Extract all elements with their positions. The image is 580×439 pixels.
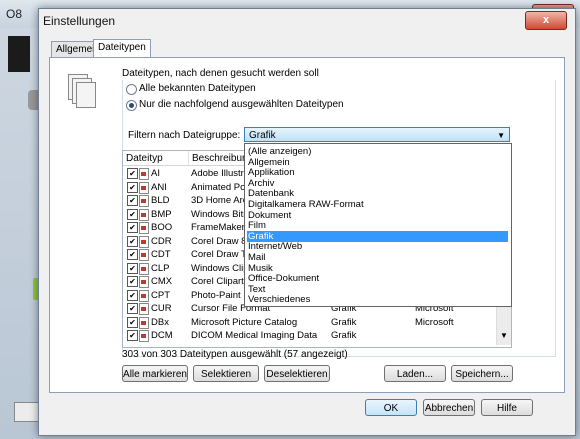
cell-extension: AI	[151, 168, 160, 179]
ok-button[interactable]: OK	[365, 399, 417, 416]
row-checkbox[interactable]: ✔	[127, 249, 138, 260]
select-button[interactable]: Selektieren	[193, 365, 259, 382]
row-checkbox[interactable]: ✔	[127, 276, 138, 287]
cell-extension: CMX	[151, 276, 173, 287]
cell-application: Microsoft	[415, 316, 454, 328]
tab-panel: Dateitypen, nach denen gesucht werden so…	[49, 57, 565, 393]
row-checkbox[interactable]: ✔	[127, 316, 138, 328]
filter-label: Filtern nach Dateigruppe:	[128, 130, 241, 141]
dropdown-option[interactable]: Musik	[247, 263, 508, 274]
cell-extension: CUR	[151, 303, 172, 314]
radio-all-types-label: Alle bekannten Dateitypen	[139, 83, 256, 94]
cell-extension: CLP	[151, 262, 170, 274]
filter-group-value: Grafik	[249, 130, 276, 141]
background-title: O8	[6, 7, 23, 21]
help-button[interactable]: Hilfe	[481, 399, 533, 416]
table-row[interactable]: ✔ DCM DICOM Medical Imaging Data Grafik	[123, 329, 495, 342]
dialog-title: Einstellungen	[43, 14, 116, 28]
deselect-button[interactable]: Deselektieren	[264, 365, 330, 382]
cell-group: Grafik	[331, 316, 357, 328]
dropdown-option[interactable]: Internet/Web	[247, 241, 508, 252]
chevron-down-icon: ▼	[497, 131, 505, 140]
radio-all-types[interactable]	[126, 84, 137, 95]
save-button[interactable]: Speichern...	[451, 365, 513, 382]
cell-extension: CDT	[151, 249, 171, 260]
cell-description: Microsoft Picture Catalog	[191, 316, 298, 328]
background-panel-left	[8, 36, 30, 72]
row-checkbox[interactable]: ✔	[127, 262, 138, 274]
row-checkbox[interactable]: ✔	[127, 289, 138, 301]
row-checkbox[interactable]: ✔	[127, 195, 138, 206]
file-icon	[139, 316, 149, 329]
cell-description: DICOM Medical Imaging Data	[191, 330, 318, 341]
select-all-button[interactable]: Alle markieren	[122, 365, 188, 382]
cell-extension: BOO	[151, 222, 173, 233]
radio-selected-types-label: Nur die nachfolgend ausgewählten Dateity…	[139, 99, 344, 110]
dropdown-option[interactable]: Grafik	[247, 230, 508, 242]
file-icon	[139, 249, 149, 261]
cell-group: Grafik	[331, 330, 357, 341]
file-icon	[139, 235, 149, 248]
scroll-down-arrow-icon[interactable]: ▼	[499, 331, 509, 341]
cell-extension: ANI	[151, 181, 167, 193]
cancel-button[interactable]: Abbrechen	[423, 399, 475, 416]
dropdown-option[interactable]: Dokument	[247, 210, 508, 221]
row-checkbox[interactable]: ✔	[127, 235, 138, 247]
file-icon	[139, 208, 149, 221]
file-icon	[139, 330, 149, 342]
cell-extension: DBx	[151, 316, 169, 328]
file-icon	[139, 222, 149, 234]
dropdown-option[interactable]: (Alle anzeigen)	[247, 146, 508, 157]
file-icon	[139, 276, 149, 288]
filter-group-select[interactable]: Grafik ▼	[244, 127, 510, 142]
cell-extension: DCM	[151, 330, 173, 341]
dialog-close-button[interactable]: x	[525, 11, 567, 30]
dropdown-option[interactable]: Text	[247, 284, 508, 295]
row-checkbox[interactable]: ✔	[127, 168, 138, 179]
load-button[interactable]: Laden...	[384, 365, 446, 382]
dropdown-option[interactable]: Allgemein	[247, 157, 508, 168]
background-button-left[interactable]	[14, 402, 40, 422]
file-icon	[139, 262, 149, 275]
filter-group-dropdown: (Alle anzeigen) Allgemein Applikation Archi…	[244, 143, 512, 307]
dropdown-option[interactable]: Applikation	[247, 167, 508, 178]
tab-dateitypen[interactable]: Dateitypen	[93, 39, 151, 59]
settings-dialog: Einstellungen x Allgemein Dateitypen Dat…	[38, 8, 576, 436]
file-icon	[139, 195, 149, 207]
row-checkbox[interactable]: ✔	[127, 330, 138, 341]
selection-status: 303 von 303 Dateitypen ausgewählt (57 an…	[122, 349, 348, 360]
row-checkbox[interactable]: ✔	[127, 208, 138, 220]
dropdown-option[interactable]: Office-Dokument	[247, 273, 508, 284]
cell-extension: BMP	[151, 208, 172, 220]
dropdown-option[interactable]: Film	[247, 220, 508, 231]
dropdown-option[interactable]: Mail	[247, 252, 508, 263]
row-checkbox[interactable]: ✔	[127, 181, 138, 193]
cell-extension: BLD	[151, 195, 170, 206]
radio-selected-types[interactable]	[126, 100, 137, 111]
file-icon	[139, 289, 149, 302]
file-icon	[139, 181, 149, 194]
file-icon	[139, 303, 149, 315]
dropdown-option[interactable]: Verschiedenes	[247, 294, 508, 305]
column-header-dateityp[interactable]: Dateityp	[123, 151, 189, 166]
dropdown-option[interactable]: Archiv	[247, 178, 508, 189]
group-label: Dateitypen, nach denen gesucht werden so…	[122, 68, 322, 79]
dropdown-option[interactable]: Digitalkamera RAW-Format	[247, 199, 508, 210]
row-checkbox[interactable]: ✔	[127, 303, 138, 314]
dropdown-option[interactable]: Datenbank	[247, 188, 508, 199]
cell-extension: CPT	[151, 289, 170, 301]
row-checkbox[interactable]: ✔	[127, 222, 138, 233]
file-types-icon	[68, 74, 96, 108]
table-row[interactable]: ✔ DBx Microsoft Picture Catalog Grafik Micro…	[123, 316, 495, 329]
file-icon	[139, 168, 149, 180]
cell-extension: CDR	[151, 235, 172, 247]
